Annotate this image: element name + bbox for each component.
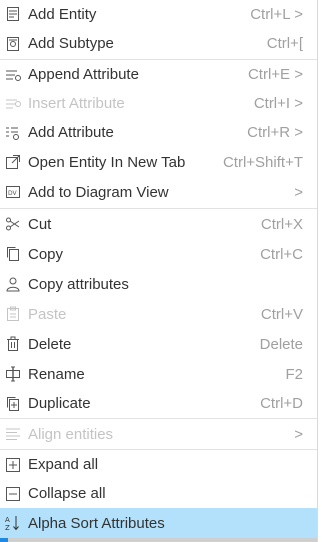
menu-item-shortcut: Ctrl+I > [253,95,303,112]
menu-item-shortcut: Ctrl+C [260,245,303,263]
menu-item-shortcut: Ctrl+Shift+T [222,153,303,171]
menu-item-rename[interactable]: Rename F2 [0,359,317,389]
menu-item-alpha-sort-attributes[interactable]: AZ Alpha Sort Attributes [0,508,317,538]
underlying-window-edge [0,538,317,542]
menu-item-cut[interactable]: Cut Ctrl+X [0,209,317,239]
menu-item-label: Alpha Sort Attributes [28,514,165,532]
insert-attribute-icon [4,95,22,113]
menu-item-add-entity[interactable]: Add Entity Ctrl+L > [0,0,317,28]
menu-item-label: Insert Attribute [28,95,125,112]
collapse-all-icon [4,485,22,503]
menu-item-label: Add Attribute [28,124,114,141]
svg-text:A: A [5,516,10,524]
menu-item-shortcut: Ctrl+R > [247,124,303,141]
menu-item-label: Expand all [28,456,99,473]
menu-item-label: Align entities [28,425,114,443]
menu-item-append-attribute[interactable]: Append Attribute Ctrl+E > [0,60,317,89]
menu-item-collapse-all[interactable]: Collapse all [0,479,317,508]
add-entity-icon [4,5,22,23]
menu-item-label: Delete [28,335,72,353]
menu-item-label: Add to Diagram View [28,183,169,201]
align-icon [4,425,22,443]
menu-item-shortcut: Ctrl+[ [266,35,303,52]
menu-item-add-subtype[interactable]: Add Subtype Ctrl+[ [0,29,317,58]
trash-icon [4,335,22,353]
copy-icon [4,245,22,263]
menu-item-shortcut: > [294,183,303,201]
menu-item-label: Add Subtype [28,35,114,52]
menu-item-label: Rename [28,365,85,383]
context-menu: Add Entity Ctrl+L > Add Subtype Ctrl+[ A… [0,0,318,542]
menu-item-paste: Paste Ctrl+V [0,299,317,329]
menu-item-label: Collapse all [28,485,106,502]
diagram-view-icon: DV [4,183,22,201]
menu-item-delete[interactable]: Delete Delete [0,329,317,359]
accent-marker [0,538,8,542]
menu-item-add-to-diagram-view[interactable]: DV Add to Diagram View > [0,177,317,207]
menu-item-shortcut: Ctrl+D [260,395,303,412]
menu-item-label: Open Entity In New Tab [28,153,186,171]
alpha-sort-icon: AZ [4,514,22,532]
append-attribute-icon [4,66,22,84]
menu-item-align-entities: Align entities > [0,419,317,449]
menu-item-open-new-tab[interactable]: Open Entity In New Tab Ctrl+Shift+T [0,147,317,177]
add-subtype-icon [4,35,22,53]
menu-item-shortcut: Delete [259,335,303,353]
menu-item-label: Paste [28,305,67,323]
open-new-tab-icon [4,153,22,171]
menu-item-label: Append Attribute [28,66,139,83]
svg-text:DV: DV [8,190,18,197]
menu-item-label: Copy attributes [28,275,129,293]
menu-item-shortcut: Ctrl+V [260,305,303,323]
menu-item-label: Duplicate [28,395,91,412]
scissors-icon [4,215,22,233]
svg-text:Z: Z [5,524,10,532]
copy-attributes-icon [4,275,22,293]
menu-item-expand-all[interactable]: Expand all [0,450,317,479]
menu-item-shortcut: Ctrl+L > [250,5,303,23]
menu-item-label: Cut [28,215,52,233]
add-attribute-icon [4,124,22,142]
menu-item-insert-attribute: Insert Attribute Ctrl+I > [0,89,317,118]
menu-item-copy[interactable]: Copy Ctrl+C [0,239,317,269]
menu-item-shortcut: Ctrl+E > [247,66,303,83]
menu-item-label: Add Entity [28,5,97,23]
paste-icon [4,305,22,323]
duplicate-icon [4,395,22,413]
menu-item-label: Copy [28,245,64,263]
menu-item-shortcut: Ctrl+X [260,215,303,233]
menu-item-duplicate[interactable]: Duplicate Ctrl+D [0,389,317,418]
menu-item-add-attribute[interactable]: Add Attribute Ctrl+R > [0,118,317,147]
menu-item-shortcut: F2 [285,365,303,383]
menu-item-shortcut: > [294,425,303,443]
rename-icon [4,365,22,383]
menu-item-copy-attributes[interactable]: Copy attributes [0,269,317,299]
expand-all-icon [4,456,22,474]
